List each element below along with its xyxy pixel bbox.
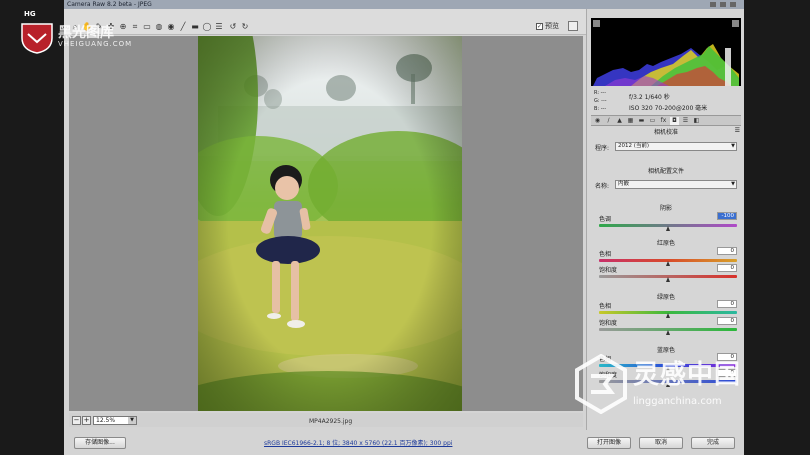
cancel-button[interactable]: 取消 <box>639 437 683 449</box>
red-eye-icon[interactable]: ◉ <box>166 22 176 32</box>
image-canvas[interactable] <box>69 36 583 411</box>
lg-logo-icon <box>575 354 627 414</box>
profile-name-value: 内嵌 <box>618 181 630 187</box>
tab-camera-calibration[interactable]: ◘ <box>670 117 679 125</box>
lg-watermark-url: lingganchina.com <box>633 396 722 407</box>
process-label: 程序: <box>595 145 610 152</box>
radial-filter-icon[interactable]: ◯ <box>202 22 212 32</box>
iso-lens: ISO 320 70-200@200 毫米 <box>629 105 708 112</box>
profile-name-select[interactable]: 内嵌 ▼ <box>615 180 737 189</box>
preferences-icon[interactable]: ☰ <box>214 22 224 32</box>
maximize-icon[interactable] <box>720 2 726 7</box>
process-select[interactable]: 2012 (当前) ▼ <box>615 142 737 151</box>
chevron-down-icon: ▼ <box>731 181 735 187</box>
panel-title: 相机校准 <box>653 129 678 136</box>
panel-tabs: ◉ ∕ ▲ ▦ ▬ ▭ fx ◘ ☰ ◧ <box>591 115 741 126</box>
rotate-right-icon[interactable]: ↻ <box>240 22 250 32</box>
green-hue-field[interactable]: 0 <box>717 300 737 308</box>
tab-lens-corrections[interactable]: ▭ <box>648 117 657 125</box>
process-value: 2012 (当前) <box>618 143 650 149</box>
workflow-options-link[interactable]: sRGB IEC61966-2.1; 8 位; 3840 x 5760 (22.… <box>264 438 452 447</box>
spot-removal-icon[interactable]: ◍ <box>154 22 164 32</box>
toolbar: ⌕ ✋ ✎ ✜ ⊕ ⌗ ▭ ◍ ◉ ╱ ▬ ◯ ☰ ↺ ↻ ✓ 预览 <box>64 9 586 35</box>
bottom-bar: 存储图像... sRGB IEC61966-2.1; 8 位; 3840 x 5… <box>64 430 744 455</box>
hg-logo-text: HG <box>24 10 36 18</box>
shadows-tint-label: 色调 <box>599 216 612 223</box>
rgb-g-label: G: --- <box>594 98 607 104</box>
targeted-adjustment-icon[interactable]: ⊕ <box>118 22 128 32</box>
chevron-down-icon: ▼ <box>731 143 735 149</box>
hg-logo-icon <box>21 23 53 54</box>
graduated-filter-icon[interactable]: ▬ <box>190 22 200 32</box>
rgb-r-label: R: --- <box>594 90 607 96</box>
histogram-graph <box>593 20 739 86</box>
hg-watermark-name: 黑光图库 <box>58 25 114 41</box>
shadow-clipping-icon <box>593 20 600 27</box>
fullscreen-button[interactable] <box>568 21 578 31</box>
zoom-select[interactable]: 12.5% ▼ <box>93 416 137 425</box>
status-bar: − + 12.5% ▼ MP4A2925.jpg <box>69 413 583 427</box>
preview-checkbox[interactable]: ✓ 预览 <box>536 21 559 31</box>
zoom-in-button[interactable]: + <box>82 416 91 425</box>
close-icon[interactable] <box>730 2 736 7</box>
tab-split-toning[interactable]: ▬ <box>637 117 646 125</box>
minimize-icon[interactable] <box>710 2 716 7</box>
tab-presets[interactable]: ☰ <box>681 117 690 125</box>
tab-tone-curve[interactable]: ∕ <box>604 117 613 125</box>
save-image-button[interactable]: 存储图像... <box>74 437 126 449</box>
name-label: 名称: <box>595 183 610 190</box>
red-hue-label: 色相 <box>599 251 612 258</box>
crop-tool-icon[interactable]: ⌗ <box>130 22 140 32</box>
lg-watermark-name: 灵感中国 <box>633 360 742 390</box>
red-sat-field[interactable]: 0 <box>717 264 737 272</box>
highlight-clipping-icon <box>732 20 739 27</box>
photo-preview[interactable] <box>198 36 462 411</box>
done-button[interactable]: 完成 <box>691 437 735 449</box>
green-hue-label: 色相 <box>599 303 612 310</box>
panel-menu-icon[interactable]: ☰ <box>735 127 740 134</box>
green-sat-field[interactable]: 0 <box>717 317 737 325</box>
shadows-head: 阴影 <box>659 205 672 212</box>
camera-info: R: --- G: --- B: --- f/3.2 1/640 秒 ISO 3… <box>591 88 741 114</box>
green-sat-label: 饱和度 <box>599 320 618 327</box>
preview-check-icon[interactable]: ✓ <box>536 22 543 30</box>
zoom-out-button[interactable]: − <box>72 416 81 425</box>
aperture-shutter: f/3.2 1/640 秒 <box>629 94 670 101</box>
histogram <box>591 18 741 86</box>
red-primary-head: 红原色 <box>656 240 675 247</box>
tab-hsl[interactable]: ▦ <box>626 117 635 125</box>
tab-basic[interactable]: ◉ <box>593 117 602 125</box>
red-sat-label: 饱和度 <box>599 267 618 274</box>
red-hue-field[interactable]: 0 <box>717 247 737 255</box>
window-title: Camera Raw 8.2 beta - JPEG <box>67 1 152 8</box>
zoom-value: 12.5% <box>96 417 116 424</box>
shadows-tint-field[interactable]: -100 <box>717 212 737 220</box>
camera-profile-head: 相机配置文件 <box>647 168 684 175</box>
chevron-down-icon: ▼ <box>128 417 136 424</box>
straighten-tool-icon[interactable]: ▭ <box>142 22 152 32</box>
tab-effects[interactable]: fx <box>659 117 668 125</box>
rotate-left-icon[interactable]: ↺ <box>228 22 238 32</box>
tab-snapshots[interactable]: ◧ <box>692 117 701 125</box>
photo-illustration <box>198 36 462 411</box>
tab-detail[interactable]: ▲ <box>615 117 624 125</box>
adjustment-brush-icon[interactable]: ╱ <box>178 22 188 32</box>
title-bar: Camera Raw 8.2 beta - JPEG <box>64 0 744 9</box>
lg-watermark: 灵感中国 lingganchina.com <box>575 352 805 418</box>
hg-watermark-url: VHEIGUANG.COM <box>58 40 133 48</box>
preview-label: 预览 <box>545 22 559 30</box>
rgb-b-label: B: --- <box>594 106 607 112</box>
image-filename: MP4A2925.jpg <box>309 418 353 425</box>
open-image-button[interactable]: 打开图像 <box>587 437 631 449</box>
